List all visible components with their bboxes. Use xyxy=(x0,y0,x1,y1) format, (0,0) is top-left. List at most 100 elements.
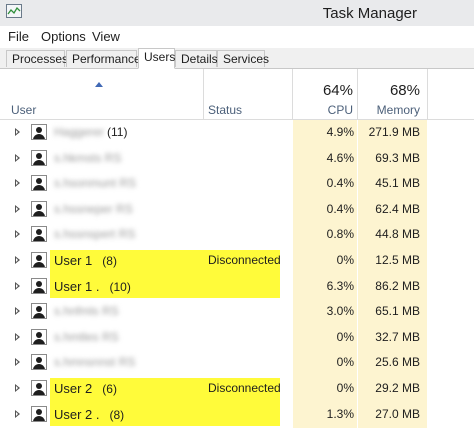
menu-view[interactable]: View xyxy=(92,29,120,44)
cpu-cell: 0.4% xyxy=(326,201,354,216)
expand-arrow-icon[interactable] xyxy=(15,307,20,316)
user-row[interactable]: s.hmtles RS 0% 32.7 MB xyxy=(0,325,474,351)
user-name: s.hmnsnnst RS xyxy=(54,355,136,370)
column-divider xyxy=(427,69,428,119)
memory-cell: 65.1 MB xyxy=(375,304,420,319)
user-avatar-icon xyxy=(31,200,47,217)
user-row[interactable]: User 2 (6) Disconnected 0% 29.2 MB xyxy=(0,376,474,402)
user-name: s.hkmsts RS xyxy=(54,150,122,165)
tab-details[interactable]: Details xyxy=(175,50,218,67)
tab-processes[interactable]: Processes xyxy=(6,50,68,67)
expand-arrow-icon[interactable] xyxy=(15,255,20,264)
status-cell: Disconnected xyxy=(208,252,281,267)
expand-arrow-icon[interactable] xyxy=(15,179,20,188)
process-count: (10) xyxy=(109,279,131,294)
user-name: User 1 xyxy=(54,252,93,268)
cpu-cell: 4.9% xyxy=(326,125,354,139)
memory-total-percent: 68% xyxy=(389,82,420,99)
cpu-cell: 0.8% xyxy=(326,227,354,242)
column-status[interactable]: Status xyxy=(208,103,242,117)
cpu-cell: 0% xyxy=(336,355,354,370)
user-row[interactable]: User 1 (8) Disconnected 0% 12.5 MB xyxy=(0,248,474,274)
cpu-cell: 6.3% xyxy=(326,278,354,293)
user-name: s.hsonmunt RS xyxy=(54,176,137,191)
user-name: s.hssneper RS xyxy=(54,201,133,216)
memory-cell: 25.6 MB xyxy=(375,355,420,370)
user-name: User 2 . xyxy=(54,406,100,422)
user-row[interactable]: s.hnfmls RS 3.0% 65.1 MB xyxy=(0,299,474,325)
user-row[interactable]: s.hsonmunt RS 0.4% 45.1 MB xyxy=(0,171,474,197)
memory-cell: 27.0 MB xyxy=(375,406,420,421)
user-avatar-icon xyxy=(31,354,47,371)
column-user[interactable]: User xyxy=(11,103,36,117)
expand-arrow-icon[interactable] xyxy=(15,358,20,367)
user-avatar-icon xyxy=(31,277,47,294)
memory-cell: 86.2 MB xyxy=(375,278,420,293)
cpu-total-percent: 64% xyxy=(322,82,353,99)
user-row[interactable]: s.hssneper RS 0.4% 62.4 MB xyxy=(0,197,474,223)
tab-services[interactable]: Services xyxy=(217,50,269,67)
expand-arrow-icon[interactable] xyxy=(15,281,20,290)
process-count: (11) xyxy=(107,125,128,139)
column-memory[interactable]: Memory xyxy=(358,103,420,117)
cpu-cell: 0% xyxy=(336,252,354,267)
menu-options[interactable]: Options xyxy=(41,29,86,44)
user-row[interactable]: User 2 . (8) 1.3% 27.0 MB xyxy=(0,401,474,428)
cpu-cell: 4.6% xyxy=(326,150,354,165)
memory-cell: 44.8 MB xyxy=(375,227,420,242)
memory-cell: 271.9 MB xyxy=(368,125,420,139)
user-row[interactable]: s.hssnspert RS 0.8% 44.8 MB xyxy=(0,222,474,248)
memory-cell: 62.4 MB xyxy=(375,201,420,216)
menu-bar: File Options View xyxy=(0,26,474,48)
tab-performance[interactable]: Performance xyxy=(66,50,141,67)
cpu-cell: 0% xyxy=(336,380,354,395)
memory-cell: 45.1 MB xyxy=(375,176,420,191)
title-bar: Task Manager xyxy=(0,0,474,26)
user-row[interactable]: s.hmnsnnst RS 0% 25.6 MB xyxy=(0,350,474,376)
user-name: s.hmtles RS xyxy=(54,329,119,344)
user-name: s.hssnspert RS xyxy=(54,227,136,242)
user-avatar-icon xyxy=(31,226,47,243)
user-avatar-icon xyxy=(31,303,47,320)
menu-file[interactable]: File xyxy=(8,29,29,44)
user-name: User 2 xyxy=(54,380,93,396)
process-count: (8) xyxy=(109,407,125,422)
cpu-cell: 1.3% xyxy=(326,406,354,421)
expand-arrow-icon[interactable] xyxy=(15,204,20,213)
cpu-cell: 3.0% xyxy=(326,304,354,319)
expand-arrow-icon[interactable] xyxy=(15,128,20,136)
process-count: (8) xyxy=(102,253,117,268)
user-name: User 1 . xyxy=(54,278,100,294)
user-row[interactable]: s.hkmsts RS 4.6% 69.3 MB xyxy=(0,146,474,172)
cpu-cell: 0% xyxy=(336,329,354,344)
process-count: (6) xyxy=(102,381,117,396)
memory-cell: 12.5 MB xyxy=(375,252,420,267)
user-avatar-icon xyxy=(31,175,47,192)
tab-users[interactable]: Users xyxy=(138,48,175,69)
tab-bar: Processes Performance Users Details Serv… xyxy=(0,48,474,69)
user-row[interactable]: Haggerer (11) 4.9% 271.9 MB xyxy=(0,120,474,146)
window-title: Task Manager xyxy=(322,5,417,22)
expand-arrow-icon[interactable] xyxy=(15,153,20,162)
user-avatar-icon xyxy=(31,328,47,345)
user-avatar-icon xyxy=(31,124,47,140)
expand-arrow-icon[interactable] xyxy=(15,383,20,392)
user-avatar-icon xyxy=(31,405,47,422)
memory-cell: 29.2 MB xyxy=(375,380,420,395)
user-avatar-icon xyxy=(31,251,47,268)
user-list: Haggerer (11) 4.9% 271.9 MB s.hkmsts RS 4.6% 6… xyxy=(0,120,474,427)
sort-ascending-icon xyxy=(95,82,103,87)
user-name: Haggerer xyxy=(54,125,105,139)
user-name: s.hnfmls RS xyxy=(54,304,119,319)
user-avatar-icon xyxy=(31,379,47,396)
memory-cell: 32.7 MB xyxy=(375,329,420,344)
cpu-cell: 0.4% xyxy=(326,176,354,191)
expand-arrow-icon[interactable] xyxy=(15,332,20,341)
column-cpu[interactable]: CPU xyxy=(293,103,353,117)
column-divider xyxy=(203,69,204,119)
expand-arrow-icon[interactable] xyxy=(15,230,20,239)
status-cell: Disconnected xyxy=(208,380,281,395)
expand-arrow-icon[interactable] xyxy=(15,409,20,418)
user-row[interactable]: User 1 . (10) 6.3% 86.2 MB xyxy=(0,273,474,300)
column-header: User Status 64% CPU 68% Memory xyxy=(0,69,474,120)
